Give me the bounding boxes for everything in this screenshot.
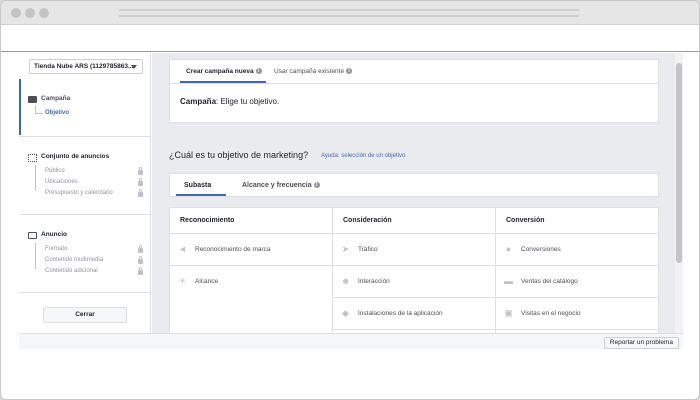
column-divider xyxy=(332,208,333,334)
sidebar-campaign-title[interactable]: Campaña xyxy=(41,95,70,102)
tab-usar-campana[interactable]: Usar campaña existente i xyxy=(274,68,353,75)
report-problem-button[interactable]: Reportar un problema xyxy=(603,337,679,349)
option-trafico[interactable]: Tráfico xyxy=(358,246,378,253)
lock-icon xyxy=(138,167,143,175)
column-consideracion: Consideración xyxy=(343,217,392,224)
tab-subasta[interactable]: Subasta xyxy=(184,182,211,189)
address-bar-line xyxy=(119,15,579,17)
cursor-icon: ➤ xyxy=(341,244,350,254)
info-icon: i xyxy=(346,68,353,75)
column-reconocimiento: Reconocimiento xyxy=(180,217,235,224)
folder-icon xyxy=(28,96,37,103)
sidebar-section-adset: Conjunto de anuncios Público Ubicaciones… xyxy=(19,137,151,215)
tab-alcance-frecuencia[interactable]: Alcance y frecuencia i xyxy=(242,182,320,189)
column-divider xyxy=(495,208,496,334)
sidebar-item-contenido-adicional[interactable]: Contenido adicional xyxy=(45,268,98,274)
tree-branch xyxy=(35,113,43,114)
address-bar[interactable] xyxy=(119,9,579,11)
tree-line xyxy=(35,165,36,191)
people-icon: ☻ xyxy=(341,276,351,286)
option-ventas-catalogo[interactable]: Ventas del catálogo xyxy=(521,278,578,285)
account-select[interactable]: Tienda Nube ARS (1129785863... xyxy=(29,59,143,74)
sidebar-item-presupuesto[interactable]: Presupuesto y calendario xyxy=(45,190,113,196)
sidebar-item-objetivo[interactable]: Objetivo xyxy=(45,110,69,116)
sidebar-section-ad: Anuncio Formato Contenido multimedia Con… xyxy=(19,215,151,293)
account-select-label: Tienda Nube ARS (1129785863... xyxy=(34,63,134,70)
option-alcance[interactable]: Alcance xyxy=(195,278,218,285)
ad-icon xyxy=(28,232,37,239)
sidebar-item-formato[interactable]: Formato xyxy=(45,246,67,252)
lock-icon xyxy=(138,189,143,197)
sidebar-item-publico[interactable]: Público xyxy=(45,168,65,174)
row-divider xyxy=(332,329,658,330)
close-button[interactable]: Cerrar xyxy=(43,307,127,323)
sidebar-item-contenido-multimedia[interactable]: Contenido multimedia xyxy=(45,257,103,263)
objective-grid: Reconocimiento ◄ Reconocimiento de marca… xyxy=(169,207,659,334)
option-visitas-negocio[interactable]: Visitas en el negocio xyxy=(521,310,581,317)
tab-crear-campana-label: Crear campaña nueva xyxy=(186,68,254,75)
scrollbar-thumb[interactable] xyxy=(676,63,682,263)
cart-icon: ▬ xyxy=(504,276,513,286)
sidebar-adset-title[interactable]: Conjunto de anuncios xyxy=(41,153,109,160)
page-header xyxy=(1,25,699,52)
sidebar: Tienda Nube ARS (1129785863... Campaña O… xyxy=(19,53,151,333)
divider xyxy=(170,83,658,84)
title-bar xyxy=(1,1,699,25)
sidebar-ad-title[interactable]: Anuncio xyxy=(41,231,67,238)
row-divider xyxy=(332,297,658,298)
sidebar-section-campaign: Campaña Objetivo xyxy=(19,79,151,137)
objective-tabs-card: Subasta Alcance y frecuencia i xyxy=(169,173,659,197)
tree-line xyxy=(35,105,36,113)
reach-icon: ✳ xyxy=(178,276,187,286)
browser-window: Tienda Nube ARS (1129785863... Campaña O… xyxy=(0,0,700,400)
scrollbar[interactable] xyxy=(675,53,683,333)
footer-bar: Reportar un problema xyxy=(19,333,683,349)
chevron-down-icon xyxy=(131,65,137,69)
tab-alcance-frecuencia-label: Alcance y frecuencia xyxy=(242,182,312,189)
sidebar-item-ubicaciones[interactable]: Ubicaciones xyxy=(45,179,78,185)
window-maximize-dot[interactable] xyxy=(39,8,49,18)
campaign-card: Crear campaña nueva i Usar campaña existe… xyxy=(169,59,659,123)
campaign-prompt: Campaña: Elige tu objetivo. xyxy=(180,97,279,106)
window-close-dot[interactable] xyxy=(11,8,21,18)
tab-crear-campana[interactable]: Crear campaña nueva i xyxy=(186,68,262,75)
campaign-prompt-label: Campaña xyxy=(180,97,217,106)
objective-question: ¿Cuál es tu objetivo de marketing? xyxy=(169,150,309,160)
cube-icon: ◆ xyxy=(342,308,349,318)
info-icon: i xyxy=(313,182,320,189)
active-indicator xyxy=(19,79,21,135)
info-icon: i xyxy=(255,68,262,75)
store-icon: ▣ xyxy=(504,308,513,318)
lock-icon xyxy=(138,256,143,264)
option-reconocimiento-marca[interactable]: Reconocimiento de marca xyxy=(195,246,271,253)
lock-icon xyxy=(138,267,143,275)
tab-active-underline xyxy=(176,194,226,196)
tree-line xyxy=(35,243,36,269)
window-minimize-dot[interactable] xyxy=(25,8,35,18)
megaphone-icon: ◄ xyxy=(178,244,187,254)
column-conversion: Conversión xyxy=(506,217,545,224)
main-content: Crear campaña nueva i Usar campaña existe… xyxy=(152,53,675,334)
option-instalaciones[interactable]: Instalaciones de la aplicación xyxy=(358,310,443,317)
row-divider xyxy=(170,265,658,266)
option-conversiones[interactable]: Conversiones xyxy=(521,246,561,253)
grid-icon xyxy=(28,154,37,162)
option-interaccion[interactable]: Interacción xyxy=(358,278,390,285)
header-divider xyxy=(170,233,658,234)
lock-icon xyxy=(138,178,143,186)
tab-usar-campana-label: Usar campaña existente xyxy=(274,68,345,75)
lock-icon xyxy=(138,245,143,253)
campaign-prompt-text: : Elige tu objetivo. xyxy=(216,97,280,106)
globe-icon: ● xyxy=(505,244,512,254)
help-link[interactable]: Ayuda: selección de un objetivo xyxy=(321,153,405,159)
